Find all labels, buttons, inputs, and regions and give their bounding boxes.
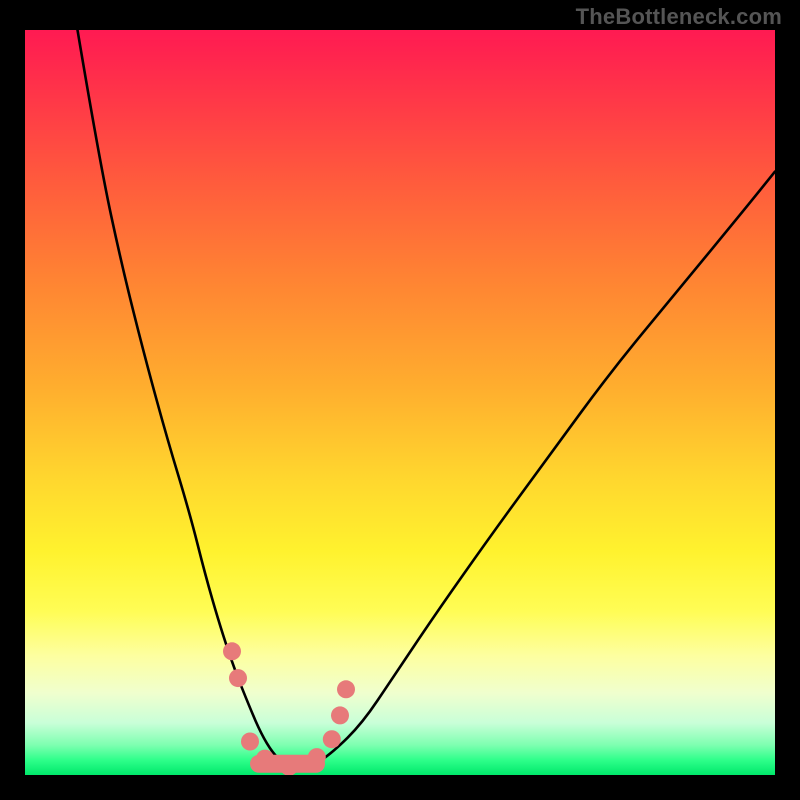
marker-dot <box>241 733 259 751</box>
plot-area <box>25 30 775 775</box>
marker-dot <box>229 669 247 687</box>
marker-dot <box>331 706 349 724</box>
highlight-markers <box>25 30 775 775</box>
marker-dot <box>337 680 355 698</box>
watermark-text: TheBottleneck.com <box>576 4 782 30</box>
outer-frame: TheBottleneck.com <box>0 0 800 800</box>
marker-dot <box>223 642 241 660</box>
marker-dot <box>323 730 341 748</box>
